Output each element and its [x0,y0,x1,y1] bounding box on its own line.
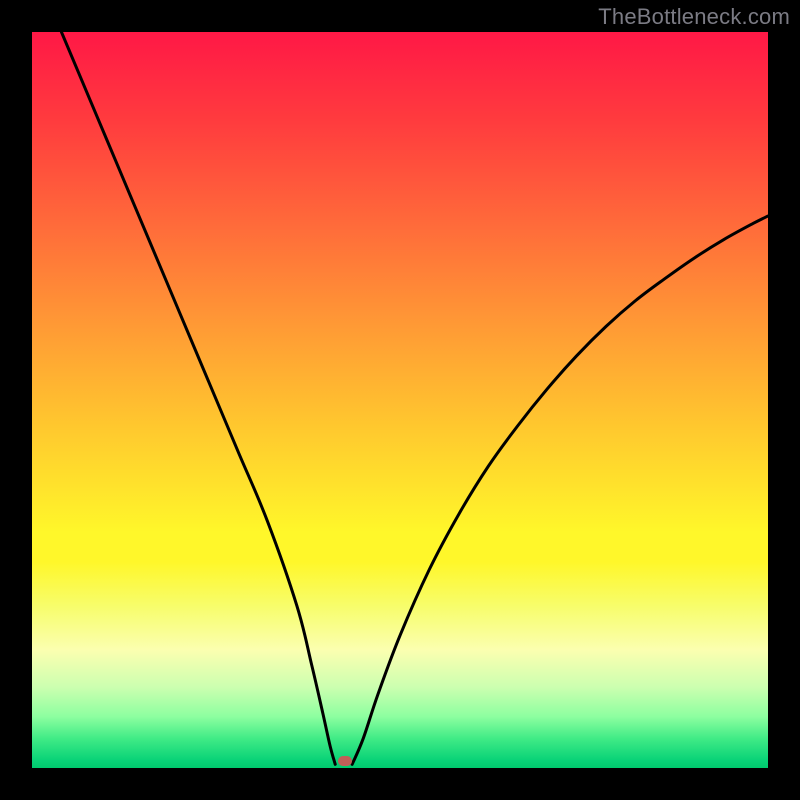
chart-plot-area [32,32,768,768]
curve-right-path [352,216,768,764]
chart-curve [32,32,768,768]
chart-frame: TheBottleneck.com [0,0,800,800]
watermark-text: TheBottleneck.com [598,4,790,30]
minimum-marker [338,756,352,766]
curve-left-path [61,32,335,764]
